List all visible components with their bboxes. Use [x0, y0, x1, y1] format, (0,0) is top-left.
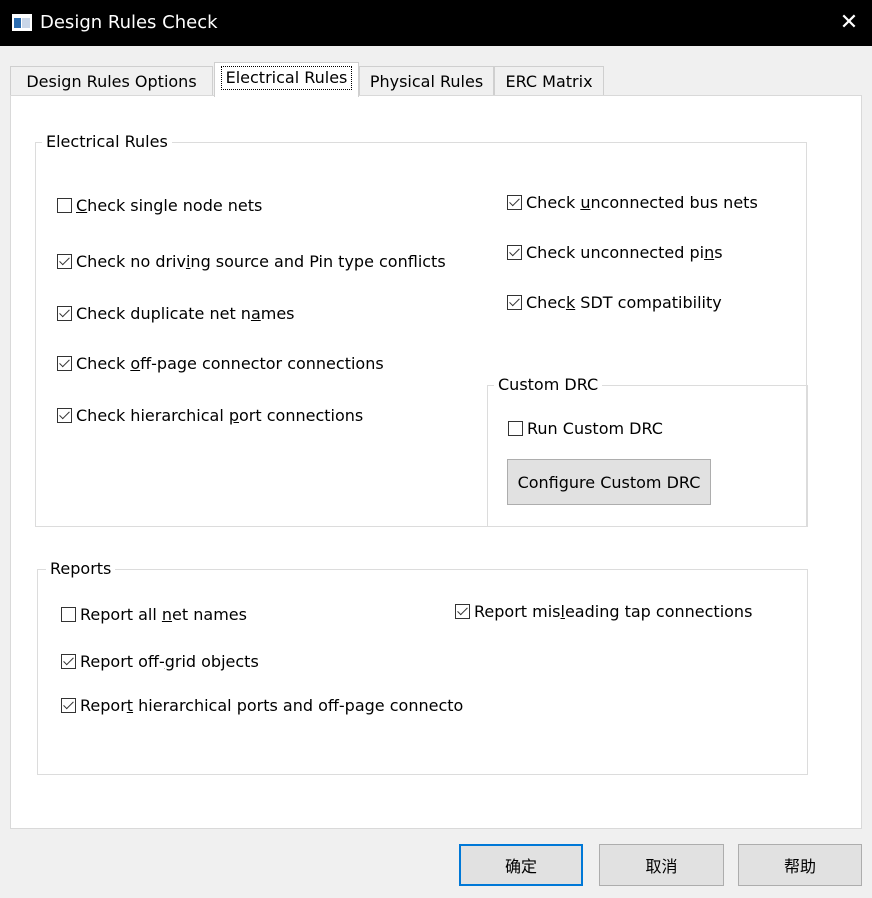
report-all-net-names-label: Report all net names [80, 604, 247, 624]
report-hierarchical-ports-and-off-page-connecto-label: Report hierarchical ports and off-page c… [80, 695, 464, 715]
checkbox-box[interactable] [57, 407, 72, 423]
report-misleading-tap-connections-checkbox[interactable]: Report misleading tap connections [455, 600, 752, 622]
help-button[interactable]: 帮助 [738, 844, 862, 886]
cancel-button[interactable]: 取消 [599, 844, 724, 886]
checkbox-box[interactable] [61, 606, 76, 622]
check-single-node-nets-checkbox[interactable]: Check single node nets [57, 194, 262, 216]
configure-custom-drc-button[interactable]: Configure Custom DRC [507, 459, 711, 505]
checkbox-box[interactable] [57, 197, 72, 213]
checkbox-box[interactable] [61, 697, 76, 713]
check-hierarchical-port-connections-label: Check hierarchical port connections [76, 405, 364, 425]
check-sdt-compatibility-checkbox[interactable]: Check SDT compatibility [507, 291, 722, 313]
check-unconnected-bus-nets-label: Check unconnected bus nets [526, 192, 758, 212]
run-custom-drc-label: Run Custom DRC [527, 418, 663, 438]
electrical-rules-panel: Electrical Rules Check single node nets C… [10, 95, 862, 829]
checkbox-box[interactable] [507, 194, 522, 210]
check-unconnected-pins-label: Check unconnected pins [526, 242, 723, 262]
check-no-driving-source-and-pin-type-conflicts-checkbox[interactable]: Check no driving source and Pin type con… [57, 250, 446, 272]
check-hierarchical-port-connections-checkbox[interactable]: Check hierarchical port connections [57, 404, 363, 426]
app-window-icon [12, 14, 32, 31]
close-button[interactable]: ✕ [826, 0, 872, 46]
checkbox-box[interactable] [508, 420, 523, 436]
check-unconnected-bus-nets-checkbox[interactable]: Check unconnected bus nets [507, 191, 758, 213]
custom-drc-legend: Custom DRC [494, 375, 603, 395]
check-duplicate-net-names-checkbox[interactable]: Check duplicate net names [57, 302, 295, 324]
report-misleading-tap-connections-label: Report misleading tap connections [474, 601, 753, 621]
electrical-rules-legend: Electrical Rules [42, 132, 172, 152]
tab-electrical-rules[interactable]: Electrical Rules [214, 62, 359, 97]
check-single-node-nets-label: Check single node nets [76, 195, 263, 215]
custom-drc-group: Custom DRC [487, 375, 808, 527]
report-off-grid-objects-checkbox[interactable]: Report off-grid objects [61, 650, 259, 672]
check-no-driving-source-and-pin-type-conflicts-label: Check no driving source and Pin type con… [76, 251, 446, 271]
window-title: Design Rules Check [40, 12, 218, 33]
checkbox-box[interactable] [61, 653, 76, 669]
report-hierarchical-ports-and-off-page-connecto-checkbox[interactable]: Report hierarchical ports and off-page c… [61, 694, 463, 716]
close-icon: ✕ [839, 10, 859, 35]
title-bar: Design Rules Check ✕ [0, 0, 872, 46]
report-all-net-names-checkbox[interactable]: Report all net names [61, 603, 247, 625]
checkbox-box[interactable] [57, 355, 72, 371]
checkbox-box[interactable] [57, 305, 72, 321]
checkbox-box[interactable] [507, 294, 522, 310]
tab-erc-matrix[interactable]: ERC Matrix [494, 66, 604, 95]
checkbox-box[interactable] [57, 253, 72, 269]
checkbox-box[interactable] [455, 603, 470, 619]
checkbox-box[interactable] [507, 244, 522, 260]
tab-physical-rules[interactable]: Physical Rules [359, 66, 494, 95]
check-duplicate-net-names-label: Check duplicate net names [76, 303, 295, 323]
tab-design-rules-options[interactable]: Design Rules Options [10, 66, 213, 95]
check-unconnected-pins-checkbox[interactable]: Check unconnected pins [507, 241, 723, 263]
check-sdt-compatibility-label: Check SDT compatibility [526, 292, 722, 312]
run-custom-drc-checkbox[interactable]: Run Custom DRC [508, 417, 663, 439]
report-off-grid-objects-label: Report off-grid objects [80, 651, 259, 671]
reports-legend: Reports [46, 559, 116, 579]
ok-button[interactable]: 确定 [459, 844, 583, 886]
check-off-page-connector-connections-checkbox[interactable]: Check off-page connector connections [57, 352, 384, 374]
check-off-page-connector-connections-label: Check off-page connector connections [76, 353, 384, 373]
